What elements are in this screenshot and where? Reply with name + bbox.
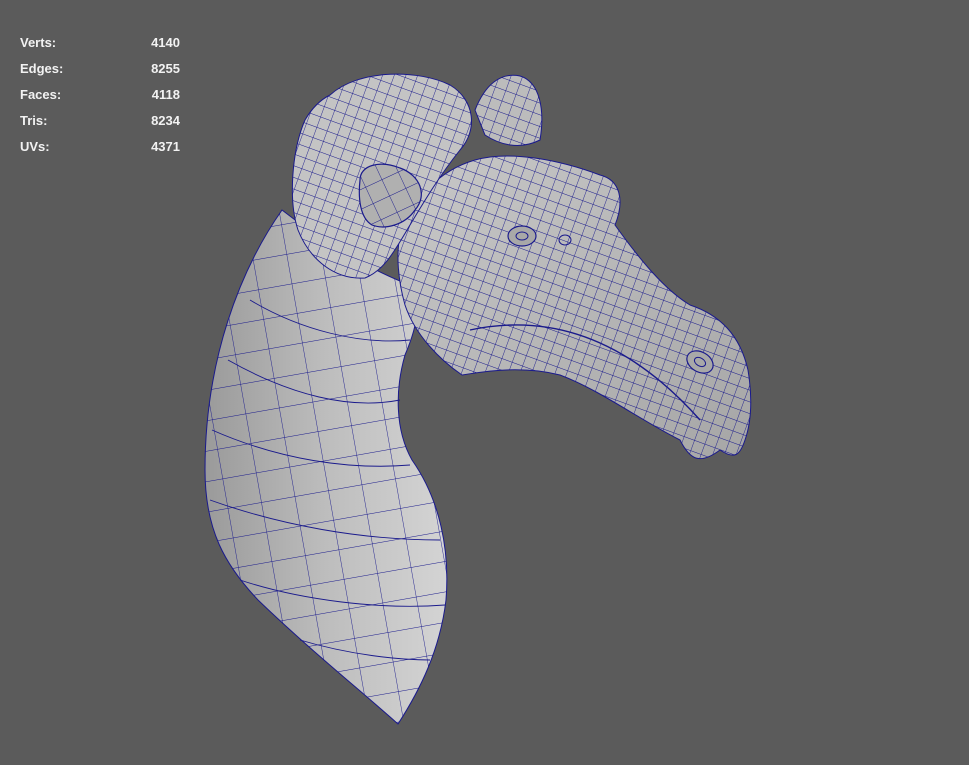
hud-row-verts: Verts: 4140 xyxy=(20,34,180,60)
hud-value: 4118 xyxy=(151,87,180,102)
hud-row-tris: Tris: 8234 xyxy=(20,112,180,138)
hud-value: 8255 xyxy=(151,61,180,76)
hud-label: UVs: xyxy=(20,139,50,154)
hud-value: 4140 xyxy=(151,35,180,50)
rear-horn-mesh xyxy=(474,74,543,146)
hud-label: Verts: xyxy=(20,35,57,50)
hud-label: Tris: xyxy=(20,113,48,128)
hud-row-faces: Faces: 4118 xyxy=(20,86,180,112)
poly-count-hud: Verts: 4140 Edges: 8255 Faces: 4118 Tris… xyxy=(20,34,180,164)
hud-value: 8234 xyxy=(151,113,180,128)
hud-row-edges: Edges: 8255 xyxy=(20,60,180,86)
hud-label: Edges: xyxy=(20,61,64,76)
3d-viewport[interactable]: Verts: 4140 Edges: 8255 Faces: 4118 Tris… xyxy=(0,0,969,765)
hud-label: Faces: xyxy=(20,87,62,102)
head-mesh xyxy=(397,155,752,460)
hud-row-uvs: UVs: 4371 xyxy=(20,138,180,164)
hud-value: 4371 xyxy=(151,139,180,154)
